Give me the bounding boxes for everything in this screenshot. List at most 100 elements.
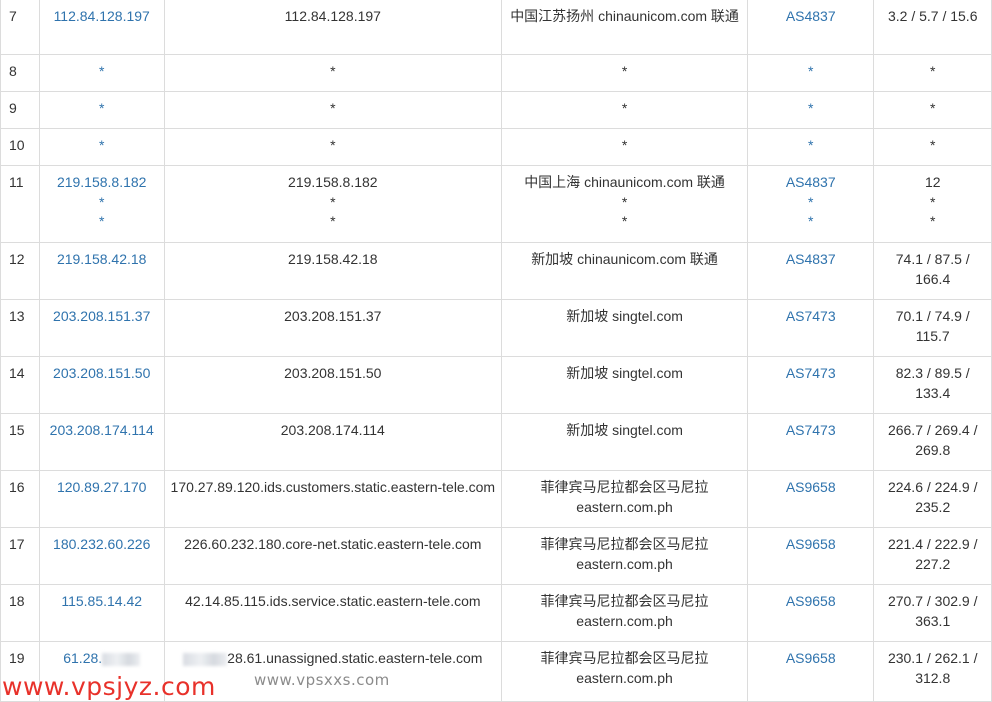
asn-cell: AS7473 xyxy=(746,299,875,357)
hostname-text: * xyxy=(330,137,336,153)
location-cell: 新加坡 singtel.com xyxy=(501,299,748,357)
hostname-extra-text: * xyxy=(330,213,336,229)
location-cell: 菲律宾马尼拉都会区马尼拉 eastern.com.ph xyxy=(501,641,748,702)
asn-text[interactable]: AS9658 xyxy=(786,593,836,609)
table-row: 14 203.208.151.50 203.208.151.50 新加坡 singte… xyxy=(0,356,992,414)
asn-text[interactable]: AS4837 xyxy=(786,174,836,190)
ip-text[interactable]: 180.232.60.226 xyxy=(53,536,150,552)
asn-text[interactable]: * xyxy=(808,137,813,153)
hop-number-text: 15 xyxy=(9,422,25,438)
hostname-text: 219.158.8.182 xyxy=(288,174,378,190)
latency-text: 224.6 / 224.9 / 235.2 xyxy=(887,479,978,515)
hop-number-cell: 12 xyxy=(0,242,40,300)
location-cell: * xyxy=(501,128,748,166)
hop-number-text: 16 xyxy=(9,479,25,495)
ip-cell: 180.232.60.226 xyxy=(38,527,165,585)
hop-number-text: 9 xyxy=(9,100,17,116)
hop-number-cell: 8 xyxy=(0,54,40,92)
asn-text[interactable]: AS7473 xyxy=(786,308,836,324)
ip-text[interactable]: 203.208.174.114 xyxy=(50,422,154,438)
location-text: 中国江苏扬州 chinaunicom.com 联通 xyxy=(510,8,739,24)
location-cell: 中国上海 chinaunicom.com 联通 * * xyxy=(501,165,748,243)
asn-cell: AS4837 xyxy=(746,242,875,300)
location-cell: * xyxy=(501,91,748,129)
hostname-cell: 203.208.174.114 xyxy=(163,413,503,471)
asn-text[interactable]: * xyxy=(808,63,813,79)
asn-text[interactable]: AS7473 xyxy=(786,365,836,381)
asn-text[interactable]: AS9658 xyxy=(786,536,836,552)
latency-cell: 70.1 / 74.9 / 115.7 xyxy=(873,299,992,357)
ip-text[interactable]: 203.208.151.50 xyxy=(53,365,150,381)
asn-text[interactable]: AS7473 xyxy=(786,422,836,438)
asn-text[interactable]: AS9658 xyxy=(786,650,836,666)
asn-cell: * xyxy=(746,54,875,92)
location-text: 新加坡 singtel.com xyxy=(566,308,683,324)
location-text: 菲律宾马尼拉都会区马尼拉 eastern.com.ph xyxy=(540,650,709,686)
latency-cell: 266.7 / 269.4 / 269.8 xyxy=(873,413,992,471)
location-text: 中国上海 chinaunicom.com 联通 xyxy=(524,174,725,190)
hostname-extra-text: * xyxy=(330,193,336,210)
asn-text[interactable]: AS4837 xyxy=(786,251,836,267)
latency-cell: 3.2 / 5.7 / 15.6 xyxy=(873,0,992,55)
ip-text[interactable]: * xyxy=(99,63,104,79)
ip-text[interactable]: 219.158.42.18 xyxy=(57,251,147,267)
ip-cell: 203.208.151.37 xyxy=(38,299,165,357)
hostname-cell: 226.60.232.180.core-net.static.eastern-t… xyxy=(163,527,503,585)
asn-cell: * xyxy=(746,128,875,166)
hop-number-cell: 17 xyxy=(0,527,40,585)
ip-text[interactable]: 115.85.14.42 xyxy=(61,593,142,609)
latency-cell: 224.6 / 224.9 / 235.2 xyxy=(873,470,992,528)
ip-text[interactable]: * xyxy=(99,137,104,153)
asn-text[interactable]: AS4837 xyxy=(786,8,836,24)
hostname-cell: 219.158.42.18 xyxy=(163,242,503,300)
hop-number-cell: 14 xyxy=(0,356,40,414)
ip-cell: 115.85.14.42 xyxy=(38,584,165,642)
ip-text[interactable]: 112.84.128.197 xyxy=(54,8,150,24)
ip-text[interactable]: * xyxy=(99,100,104,116)
ip-text[interactable]: 61.28. xyxy=(63,650,102,666)
hop-number-text: 18 xyxy=(9,593,25,609)
table-row: 18 115.85.14.42 42.14.85.115.ids.service.s… xyxy=(0,584,992,642)
hop-number-text: 12 xyxy=(9,251,25,267)
latency-text: * xyxy=(930,100,936,116)
latency-cell: 74.1 / 87.5 / 166.4 xyxy=(873,242,992,300)
ip-text[interactable]: 120.89.27.170 xyxy=(57,479,147,495)
ip-text[interactable]: 203.208.151.37 xyxy=(53,308,150,324)
hop-number-text: 14 xyxy=(9,365,25,381)
table-row: 16 120.89.27.170 170.27.89.120.ids.custome… xyxy=(0,470,992,528)
location-cell: 中国江苏扬州 chinaunicom.com 联通 xyxy=(501,0,748,55)
asn-extra-text: * xyxy=(808,213,814,229)
asn-text[interactable]: AS9658 xyxy=(786,479,836,495)
hop-number-cell: 16 xyxy=(0,470,40,528)
hop-number-cell: 10 xyxy=(0,128,40,166)
hop-number-text: 8 xyxy=(9,63,17,79)
latency-text: * xyxy=(930,63,936,79)
ip-cell: 219.158.42.18 xyxy=(38,242,165,300)
hop-number-cell: 13 xyxy=(0,299,40,357)
table-row: 7 112.84.128.197 112.84.128.197 中国江苏扬州 chin… xyxy=(0,0,992,55)
redaction-blur xyxy=(183,652,228,666)
location-extra-text: * xyxy=(621,193,628,210)
hostname-text: 112.84.128.197 xyxy=(284,8,381,24)
location-text: 新加坡 singtel.com xyxy=(566,365,683,381)
location-text: * xyxy=(621,100,628,116)
asn-cell: AS9658 xyxy=(746,641,875,702)
latency-cell: 230.1 / 262.1 / 312.8 xyxy=(873,641,992,702)
asn-extra-text: * xyxy=(808,193,814,210)
ip-text[interactable]: 219.158.8.182 xyxy=(57,174,147,190)
asn-text[interactable]: * xyxy=(808,100,813,116)
table-row: 8 * * * * * xyxy=(0,54,992,92)
hostname-cell: * xyxy=(163,54,503,92)
hostname-text: 203.208.174.114 xyxy=(280,422,385,438)
ip-cell: 203.208.174.114 xyxy=(38,413,165,471)
latency-text: 12 xyxy=(924,174,941,190)
ip-cell: 120.89.27.170 xyxy=(38,470,165,528)
latency-text: 74.1 / 87.5 / 166.4 xyxy=(895,251,970,287)
watermark-secondary: www.vpsxxs.com xyxy=(254,671,390,689)
table-row: 9 * * * * * xyxy=(0,91,992,129)
location-cell: 新加坡 singtel.com xyxy=(501,356,748,414)
hostname-text: * xyxy=(330,63,336,79)
table-row: 15 203.208.174.114 203.208.174.114 新加坡 sing… xyxy=(0,413,992,471)
asn-cell: AS4837 xyxy=(746,0,875,55)
latency-cell: 221.4 / 222.9 / 227.2 xyxy=(873,527,992,585)
